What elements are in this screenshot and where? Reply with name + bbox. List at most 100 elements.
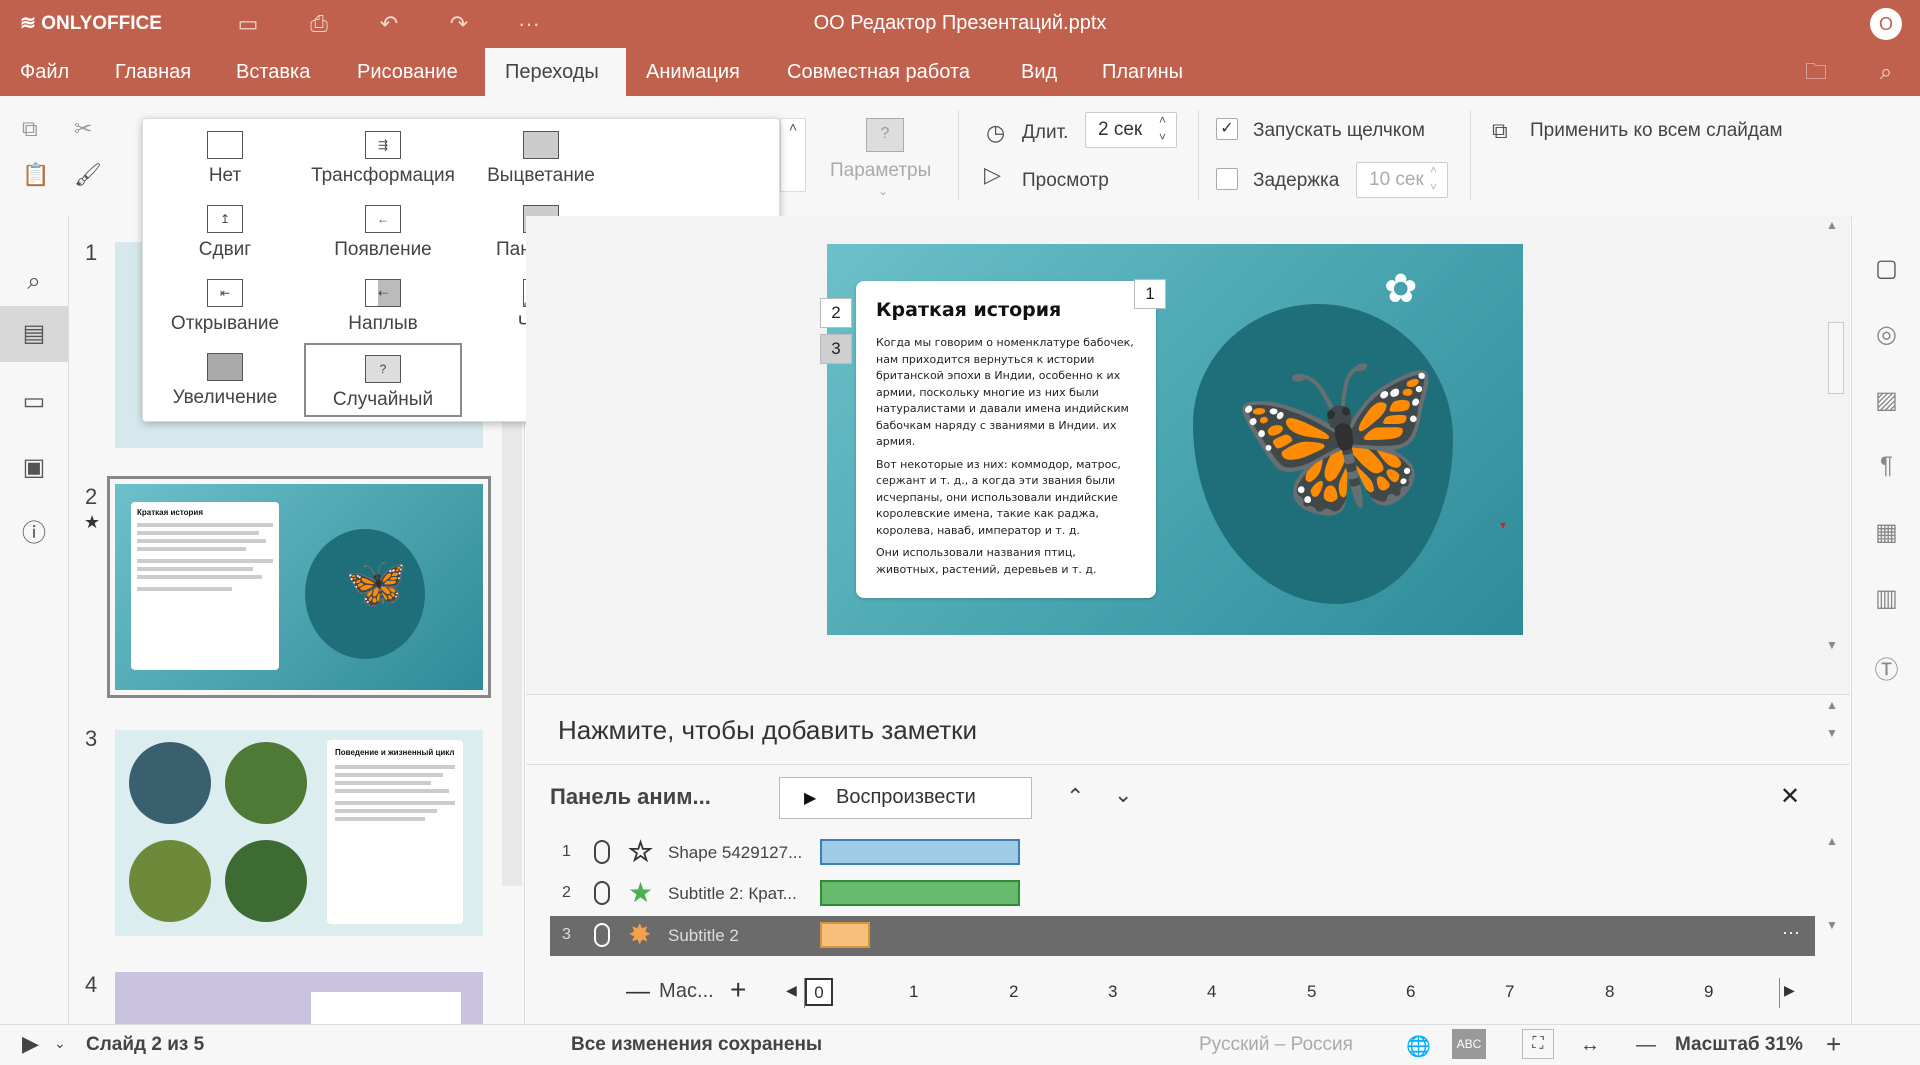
copy-icon[interactable]: ⧉ bbox=[22, 116, 38, 142]
close-icon[interactable]: ✕ bbox=[1780, 782, 1800, 811]
timeline-tick[interactable]: 0 bbox=[805, 978, 833, 1006]
image-settings-icon[interactable]: ▨ bbox=[1852, 386, 1920, 415]
transition-morph[interactable]: ⇶ Трансформация bbox=[304, 121, 462, 195]
paste-icon[interactable]: 📋 bbox=[22, 162, 49, 188]
chevron-down-icon[interactable]: ⌄ bbox=[54, 1035, 66, 1052]
open-file-location-icon[interactable]: 🗀 bbox=[1802, 58, 1830, 86]
animation-tag[interactable]: 2 bbox=[820, 298, 852, 328]
search-icon[interactable]: ⌕ bbox=[1872, 58, 1900, 86]
slide-thumbnail-4[interactable] bbox=[115, 972, 483, 1024]
zoom-level[interactable]: Масштаб 31% bbox=[1675, 1034, 1803, 1056]
transitions-collapse-button[interactable]: ˄ bbox=[780, 118, 806, 192]
transition-none[interactable]: Нет bbox=[146, 121, 304, 195]
slide-number: 1 bbox=[85, 240, 98, 265]
editor-scrollbar[interactable]: ▲ ▼ bbox=[1826, 218, 1846, 658]
transition-uncover[interactable]: ⇤ Открывание bbox=[146, 269, 304, 343]
move-up-icon[interactable]: ⌃ bbox=[1066, 784, 1084, 810]
duration-label: Длит. bbox=[1022, 122, 1069, 143]
thumb-circle-photo bbox=[225, 742, 307, 824]
slide-thumbnail-3[interactable]: Поведение и жизненный цикл bbox=[115, 730, 483, 936]
preview-icon: ▷ bbox=[984, 162, 1001, 187]
transition-cover[interactable]: ⇠ Наплыв bbox=[304, 269, 462, 343]
timeline-bar[interactable] bbox=[820, 839, 1020, 865]
animation-row[interactable]: 2 ★ Subtitle 2: Крат... bbox=[550, 874, 1815, 914]
slide-paragraph: Они использовали названия птиц, животных… bbox=[876, 546, 1097, 576]
move-down-icon[interactable]: ⌄ bbox=[1114, 782, 1132, 808]
table-settings-icon[interactable]: ▦ bbox=[1852, 518, 1920, 547]
fit-width-icon[interactable]: ↔ bbox=[1580, 1034, 1600, 1057]
shape-settings-icon[interactable]: ◎ bbox=[1852, 320, 1920, 349]
delay-stepper-icon[interactable]: ˄ ˅ bbox=[1430, 162, 1437, 196]
thumb-circle-photo bbox=[129, 742, 211, 824]
animation-tag[interactable]: 3 bbox=[820, 334, 852, 364]
slides-icon[interactable]: ▤ bbox=[0, 306, 68, 362]
text-art-settings-icon[interactable]: Ⓣ bbox=[1852, 650, 1920, 685]
timeline-ruler[interactable]: 0 1 2 3 4 5 6 7 8 9 bbox=[804, 978, 1780, 1008]
slide-number: 2 bbox=[85, 484, 98, 509]
toolbar-divider bbox=[1470, 110, 1471, 200]
timeline-scroll-right-icon[interactable]: ▶ bbox=[1784, 982, 1795, 999]
star-outline-icon: ☆ bbox=[627, 836, 654, 868]
slide-list-scrollbar[interactable] bbox=[502, 346, 522, 886]
apply-all-button[interactable]: Применить ко всем слайдам bbox=[1530, 120, 1783, 142]
more-options-icon[interactable]: ··· bbox=[1782, 922, 1800, 943]
preview-button[interactable]: Просмотр bbox=[1022, 170, 1109, 192]
slide-thumbnail-2-selected[interactable]: Краткая история 🦋 bbox=[107, 476, 491, 698]
start-on-click-checkbox[interactable]: ✓ bbox=[1216, 118, 1238, 140]
notes-area[interactable]: Нажмите, чтобы добавить заметки bbox=[526, 694, 1850, 765]
language-selector[interactable]: Русский – Россия bbox=[1199, 1034, 1353, 1056]
zoom-out-timeline-icon[interactable]: — bbox=[626, 978, 650, 1006]
tab-insert[interactable]: Вставка bbox=[216, 48, 330, 96]
notes-scrollbar[interactable]: ▲ ▼ bbox=[1826, 698, 1846, 758]
transition-label: Появление bbox=[334, 239, 432, 260]
zoom-in-timeline-icon[interactable]: + bbox=[730, 974, 746, 1006]
animation-row[interactable]: 1 ☆ Shape 5429127... bbox=[550, 833, 1815, 873]
transition-zoom[interactable]: Увеличение bbox=[146, 343, 304, 417]
params-button[interactable]: Параметры bbox=[830, 160, 931, 182]
paragraph-settings-icon[interactable]: ¶ bbox=[1852, 452, 1920, 480]
user-avatar[interactable]: О bbox=[1870, 8, 1902, 40]
chat-icon[interactable]: ▣ bbox=[0, 440, 68, 496]
flower-icon: ✿ bbox=[1384, 267, 1418, 311]
transition-fade[interactable]: Выцветание bbox=[462, 121, 620, 195]
globe-icon[interactable]: 🌐 bbox=[1406, 1034, 1431, 1059]
slide-counter[interactable]: Слайд 2 из 5 bbox=[86, 1034, 204, 1056]
spellcheck-icon[interactable]: ABC bbox=[1452, 1029, 1486, 1059]
tab-view[interactable]: Вид bbox=[1001, 48, 1077, 96]
tab-file[interactable]: Файл bbox=[0, 48, 89, 96]
chart-settings-icon[interactable]: ▥ bbox=[1852, 584, 1920, 613]
delay-checkbox[interactable] bbox=[1216, 168, 1238, 190]
tab-animation[interactable]: Анимация bbox=[626, 48, 760, 96]
animation-tag[interactable]: 1 bbox=[1134, 279, 1166, 309]
tab-plugins[interactable]: Плагины bbox=[1082, 48, 1203, 96]
comments-icon[interactable]: ▭ bbox=[0, 374, 68, 430]
fade-icon bbox=[523, 131, 559, 159]
random-icon: ? bbox=[365, 355, 401, 383]
animation-row-selected[interactable]: 3 ✸ Subtitle 2 ··· bbox=[550, 916, 1815, 956]
timeline-scroll-left-icon[interactable]: ◀ bbox=[786, 982, 797, 999]
duration-stepper-icon[interactable]: ˄ ˅ bbox=[1159, 112, 1166, 146]
info-icon[interactable]: ⓘ bbox=[0, 506, 68, 562]
fit-slide-icon[interactable]: ⛶ bbox=[1522, 1029, 1554, 1059]
cut-icon[interactable]: ✂ bbox=[74, 116, 92, 142]
tab-draw[interactable]: Рисование bbox=[337, 48, 478, 96]
tab-transitions[interactable]: Переходы bbox=[485, 48, 626, 96]
transition-push[interactable]: ↥ Сдвиг bbox=[146, 195, 304, 269]
tab-collaboration[interactable]: Совместная работа bbox=[767, 48, 990, 96]
timeline-bar[interactable] bbox=[820, 880, 1020, 906]
format-painter-icon[interactable]: 🖌 bbox=[74, 162, 102, 188]
anim-pane-scrollbar[interactable]: ▲ ▼ bbox=[1826, 834, 1846, 954]
play-button[interactable]: ▶ Воспроизвести bbox=[779, 777, 1032, 819]
transition-random[interactable]: ? Случайный bbox=[304, 343, 462, 417]
slide-text-card[interactable]: Краткая история Когда мы говорим о номен… bbox=[856, 281, 1156, 598]
slide-paragraph: Когда мы говорим о номенклатуре бабочек,… bbox=[876, 336, 1134, 448]
zoom-in-icon[interactable]: + bbox=[1826, 1029, 1841, 1060]
slide-settings-icon[interactable]: ▢ bbox=[1852, 254, 1920, 283]
transition-wipe[interactable]: ← Появление bbox=[304, 195, 462, 269]
zoom-out-icon[interactable]: — bbox=[1636, 1034, 1656, 1057]
transition-label: Случайный bbox=[332, 389, 434, 410]
search-icon[interactable]: ⌕ bbox=[0, 254, 68, 310]
slideshow-icon[interactable]: ▶ bbox=[22, 1031, 39, 1057]
timeline-bar[interactable] bbox=[820, 922, 870, 948]
tab-home[interactable]: Главная bbox=[95, 48, 211, 96]
